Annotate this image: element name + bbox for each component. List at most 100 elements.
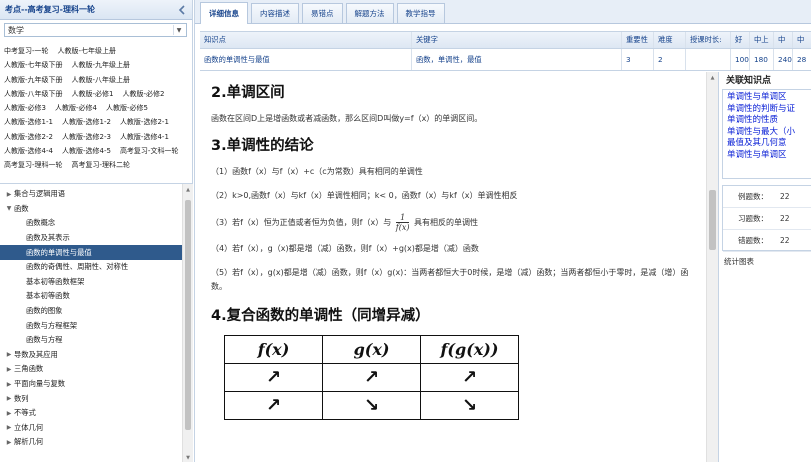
textbook-link[interactable]: 人教版-八年级下册 xyxy=(4,87,63,101)
scroll-up-icon[interactable]: ▲ xyxy=(183,184,193,195)
collapse-left-panel-icon[interactable] xyxy=(176,4,188,16)
textbook-link[interactable]: 人教版-必修2 xyxy=(123,87,165,101)
expand-right-icon[interactable]: ▶ xyxy=(4,351,14,358)
tree-node[interactable]: ▶ 数列 xyxy=(0,391,182,406)
tree-node[interactable]: 函数与方程 xyxy=(0,333,182,348)
tree-node[interactable]: ▶ 平面向量与复数 xyxy=(0,377,182,392)
expand-down-icon[interactable]: ▼ xyxy=(4,205,14,212)
textbook-row: 人教版-选修1-1 人教版-选修1-2 人教版-选修2-1 xyxy=(4,115,189,129)
textbook-link[interactable]: 人教版-七年级下册 xyxy=(4,58,63,72)
textbook-link[interactable]: 人教版-九年级上册 xyxy=(72,58,131,72)
left-panel-title: 考点--高考复习-理科一轮 xyxy=(5,5,95,14)
tree-node-label: 平面向量与复数 xyxy=(14,379,66,389)
textbook-link[interactable]: 人教版-选修1-1 xyxy=(4,115,53,129)
textbook-link[interactable]: 人教版-必修3 xyxy=(4,101,46,115)
textbook-link[interactable]: 中考复习-一轮 xyxy=(4,44,49,58)
tree-node-label: 解析几何 xyxy=(14,437,44,447)
related-knowledge-link[interactable]: 单调性的判断与证 xyxy=(727,104,811,116)
related-knowledge-link[interactable]: 单调性的性质 xyxy=(727,115,811,127)
content-body: 2.单调区间 函数在区间D上是增函数或者减函数，那么区间D叫做y=f（x）的单调… xyxy=(200,72,705,420)
related-knowledge-link[interactable]: 单调性与单调区 xyxy=(727,150,811,162)
textbook-link[interactable]: 人教版-选修2-1 xyxy=(120,115,169,129)
expand-right-icon[interactable]: ▶ xyxy=(4,366,14,373)
arrow-down-right-icon: ↘ xyxy=(322,391,421,420)
related-knowledge-link[interactable]: 单调性与单调区 xyxy=(727,92,811,104)
textbook-link[interactable]: 人教版-选修4-4 xyxy=(4,144,53,158)
tree-node[interactable]: 函数及其表示 xyxy=(0,231,182,246)
textbook-link[interactable]: 高考复习-理科一轮 xyxy=(4,158,63,172)
tab-5[interactable]: 教学指导 xyxy=(396,3,445,23)
table-row: ↗ ↘ ↘ xyxy=(224,391,519,420)
column-header[interactable]: 知识点 xyxy=(200,32,412,48)
tree-scrollbar-thumb[interactable] xyxy=(185,200,191,430)
tree-node-label: 函数与方程 xyxy=(26,335,63,345)
textbook-link[interactable]: 人教版-七年级上册 xyxy=(58,44,117,58)
column-header[interactable]: 难度 xyxy=(654,32,686,48)
textbook-link[interactable]: 人教版-选修2-2 xyxy=(4,130,53,144)
tree-node[interactable]: 函数的单调性与最值 xyxy=(0,245,182,260)
textbook-link[interactable]: 人教版-选修2-3 xyxy=(62,130,111,144)
tree-node[interactable]: ▶ 三角函数 xyxy=(0,362,182,377)
expand-right-icon[interactable]: ▶ xyxy=(4,381,14,388)
column-header[interactable]: 重要性 xyxy=(622,32,654,48)
column-header[interactable]: 关键字 xyxy=(412,32,622,48)
tree-scrollbar[interactable]: ▲ ▼ xyxy=(182,184,193,462)
textbook-link[interactable]: 人教版-选修4-5 xyxy=(62,144,111,158)
expand-right-icon[interactable]: ▶ xyxy=(4,191,14,198)
tab-2[interactable]: 内容描述 xyxy=(251,3,299,23)
tree-node[interactable]: 函数的奇偶性、周期性、对称性 xyxy=(0,260,182,275)
textbook-link[interactable]: 人教版-必修1 xyxy=(72,87,114,101)
textbook-link[interactable]: 人教版-必修5 xyxy=(106,101,148,115)
column-header[interactable]: 中 xyxy=(774,32,793,48)
section-heading-conclusion: 3.单调性的结论 xyxy=(211,138,314,154)
content-scrollbar[interactable]: ▲ xyxy=(706,72,718,462)
knowledge-table-row[interactable]: 函数的单调性与最值 函数，单调性，最值 3 2 100 180 240 28 xyxy=(200,49,811,71)
knowledge-table-header: 知识点 关键字 重要性 难度 授课时长: 好中上中中 xyxy=(200,31,811,49)
tree-node[interactable]: ▶ 立体几何 xyxy=(0,421,182,436)
content-scrollbar-thumb[interactable] xyxy=(709,190,716,250)
conclusion-item: （2）k>0,函数f（x）与kf（x）单调性相同；k< 0，函数f（x）与kf（… xyxy=(211,191,518,200)
textbook-link[interactable]: 人教版-九年级下册 xyxy=(4,73,63,87)
tab-4[interactable]: 解题方法 xyxy=(345,3,394,23)
related-knowledge-link[interactable]: 单调性与最大（小 xyxy=(727,127,811,139)
chevron-down-icon[interactable]: ▼ xyxy=(173,25,184,35)
tree-node[interactable]: ▶ 集合与逻辑用语 xyxy=(0,187,182,202)
textbook-link[interactable]: 人教版-选修1-2 xyxy=(62,115,111,129)
column-header[interactable]: 中 xyxy=(793,32,811,48)
tree-node[interactable]: ▼ 函数 xyxy=(0,202,182,217)
table-cell: 100 xyxy=(731,49,750,70)
textbook-row: 人教版-七年级下册 人教版-九年级上册 xyxy=(4,58,189,72)
tree-node-label: 函数的单调性与最值 xyxy=(26,247,92,257)
scroll-down-icon[interactable]: ▼ xyxy=(183,452,193,462)
tree-node[interactable]: 基本初等函数框架 xyxy=(0,275,182,290)
tab-1[interactable]: 详细信息 xyxy=(200,2,248,24)
textbook-link[interactable]: 人教版-选修4-1 xyxy=(120,130,169,144)
expand-right-icon[interactable]: ▶ xyxy=(4,410,14,417)
textbook-link[interactable]: 高考复习-文科一轮 xyxy=(120,144,179,158)
scroll-up-icon[interactable]: ▲ xyxy=(707,72,718,84)
related-knowledge-link[interactable]: 最值及其几何意 xyxy=(727,138,811,150)
expand-right-icon[interactable]: ▶ xyxy=(4,439,14,446)
tree-node[interactable]: 函数与方程框架 xyxy=(0,318,182,333)
subject-select[interactable]: 数学 ▼ xyxy=(4,23,187,37)
tree-node[interactable]: 基本初等函数 xyxy=(0,289,182,304)
arrow-up-right-icon: ↗ xyxy=(420,363,519,392)
textbook-link[interactable]: 人教版-必修4 xyxy=(55,101,97,115)
tree-node[interactable]: ▶ 不等式 xyxy=(0,406,182,421)
tree-node[interactable]: 函数概念 xyxy=(0,216,182,231)
tab-3[interactable]: 易错点 xyxy=(302,3,343,23)
column-header[interactable]: 授课时长: xyxy=(686,32,731,48)
tree-node[interactable]: 函数的图象 xyxy=(0,304,182,319)
column-header[interactable]: 中上 xyxy=(750,32,774,48)
table-cell xyxy=(686,49,731,70)
conclusion-item: （3）若f（x）恒为正值或者恒为负值，则f（x）与 1 f(x) 具有相反的单调… xyxy=(211,213,705,232)
expand-right-icon[interactable]: ▶ xyxy=(4,395,14,402)
column-header[interactable]: 好 xyxy=(731,32,750,48)
textbook-link[interactable]: 高考复习-理科二轮 xyxy=(72,158,131,172)
related-knowledge-title: 关联知识点 xyxy=(726,76,772,86)
textbook-link[interactable]: 人教版-八年级上册 xyxy=(72,73,131,87)
expand-right-icon[interactable]: ▶ xyxy=(4,424,14,431)
tree-node[interactable]: ▶ 导数及其应用 xyxy=(0,348,182,363)
table-cell: 28 xyxy=(793,49,811,70)
tree-node[interactable]: ▶ 解析几何 xyxy=(0,435,182,450)
